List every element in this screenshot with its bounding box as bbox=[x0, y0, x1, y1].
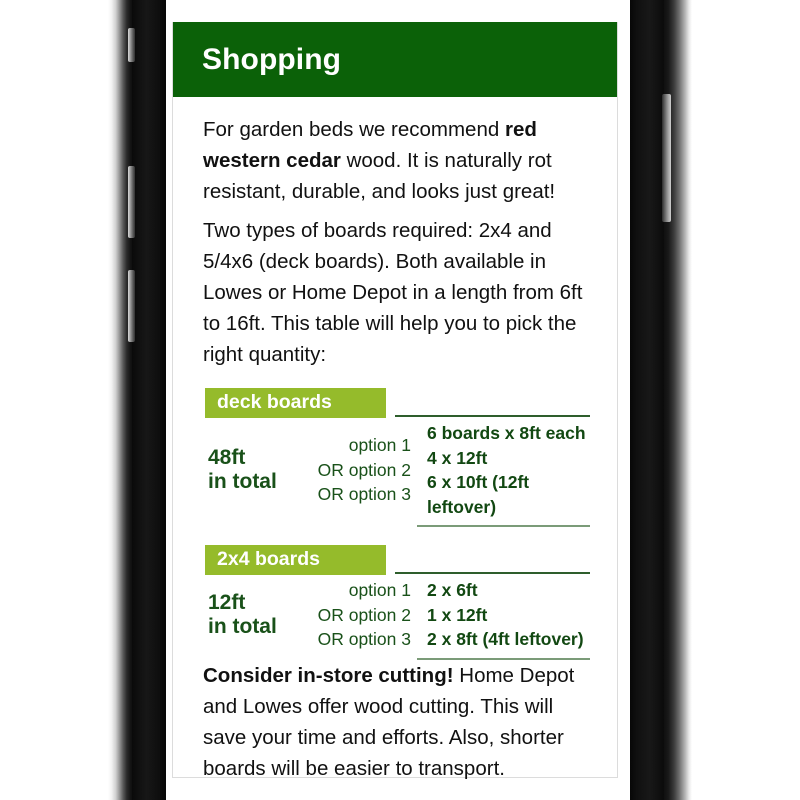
closing-text-bold: Consider in-store cutting! bbox=[203, 663, 454, 687]
app-content-card: Shopping For garden beds we recommend re… bbox=[172, 22, 618, 780]
total-suffix: in total bbox=[208, 470, 277, 493]
table-label-row: deck boards bbox=[205, 388, 590, 418]
lumber-table-deck-boards: deck boards 48ft in total option 1 OR op… bbox=[205, 388, 590, 527]
table-top-rule bbox=[395, 415, 590, 417]
table-row: 2 x 6ft bbox=[427, 580, 478, 600]
table-body: 12ft in total option 1 OR option 2 OR op… bbox=[205, 578, 590, 652]
table-row: 1 x 12ft bbox=[427, 604, 488, 625]
total-amount: 12ft bbox=[208, 590, 246, 614]
table-row: OR option 3 bbox=[317, 629, 411, 649]
paragraph-intro: For garden beds we recommend red western… bbox=[203, 114, 590, 207]
table-label-badge: deck boards bbox=[205, 388, 386, 418]
volume-down-button[interactable] bbox=[128, 270, 135, 342]
table-row: OR option 3 bbox=[317, 484, 411, 505]
paragraph-closing: Consider in-store cutting! Home Depot an… bbox=[203, 660, 590, 784]
power-button[interactable] bbox=[662, 94, 671, 222]
total-amount: 48ft bbox=[208, 446, 246, 469]
table-total-cell: 12ft in total bbox=[205, 591, 313, 639]
table-row: option 1 bbox=[348, 580, 411, 600]
lumber-table-2x4-boards: 2x4 boards 12ft in total option 1 OR opt… bbox=[205, 545, 590, 660]
intro-text-part1: For garden beds we recommend bbox=[203, 118, 505, 141]
phone-right-bezel bbox=[628, 0, 664, 800]
table-option-values: 6 boards x 8ft each 4 x 12ft 6 x 10ft (1… bbox=[415, 421, 590, 519]
table-body: 48ft in total option 1 OR option 2 OR op… bbox=[205, 421, 590, 519]
page-title: Shopping bbox=[202, 42, 342, 76]
table-label-row: 2x4 boards bbox=[205, 545, 590, 575]
paragraph-board-types: Two types of boards required: 2x4 and 5/… bbox=[203, 219, 583, 366]
screenshot-stage: Shopping For garden beds we recommend re… bbox=[0, 0, 800, 800]
mute-switch-button[interactable] bbox=[128, 28, 135, 62]
table-bottom-rule bbox=[417, 525, 590, 527]
phone-left-bezel bbox=[132, 0, 168, 800]
app-content-body: For garden beds we recommend red western… bbox=[173, 97, 617, 784]
table-option-values: 2 x 6ft 1 x 12ft 2 x 8ft (4ft leftover) bbox=[415, 578, 590, 652]
table-row: OR option 2 bbox=[317, 459, 411, 480]
total-suffix: in total bbox=[208, 614, 277, 638]
table-row: option 1 bbox=[348, 435, 411, 456]
table-row: OR option 2 bbox=[317, 604, 411, 625]
table-row: 6 boards x 8ft each bbox=[427, 423, 586, 443]
phone-left-metal-band bbox=[108, 0, 134, 800]
table-label-badge: 2x4 boards bbox=[205, 545, 386, 575]
table-row: 6 x 10ft (12ft leftover) bbox=[427, 472, 530, 517]
table-row: 2 x 8ft (4ft leftover) bbox=[427, 629, 584, 649]
volume-up-button[interactable] bbox=[128, 166, 135, 238]
table-row: 4 x 12ft bbox=[427, 447, 488, 468]
table-total-cell: 48ft in total bbox=[205, 446, 313, 494]
app-header-bar: Shopping bbox=[173, 22, 617, 97]
table-bottom-rule bbox=[417, 657, 590, 660]
table-top-rule bbox=[395, 572, 590, 574]
table-option-labels: option 1 OR option 2 OR option 3 bbox=[313, 578, 415, 652]
table-option-labels: option 1 OR option 2 OR option 3 bbox=[313, 433, 415, 507]
